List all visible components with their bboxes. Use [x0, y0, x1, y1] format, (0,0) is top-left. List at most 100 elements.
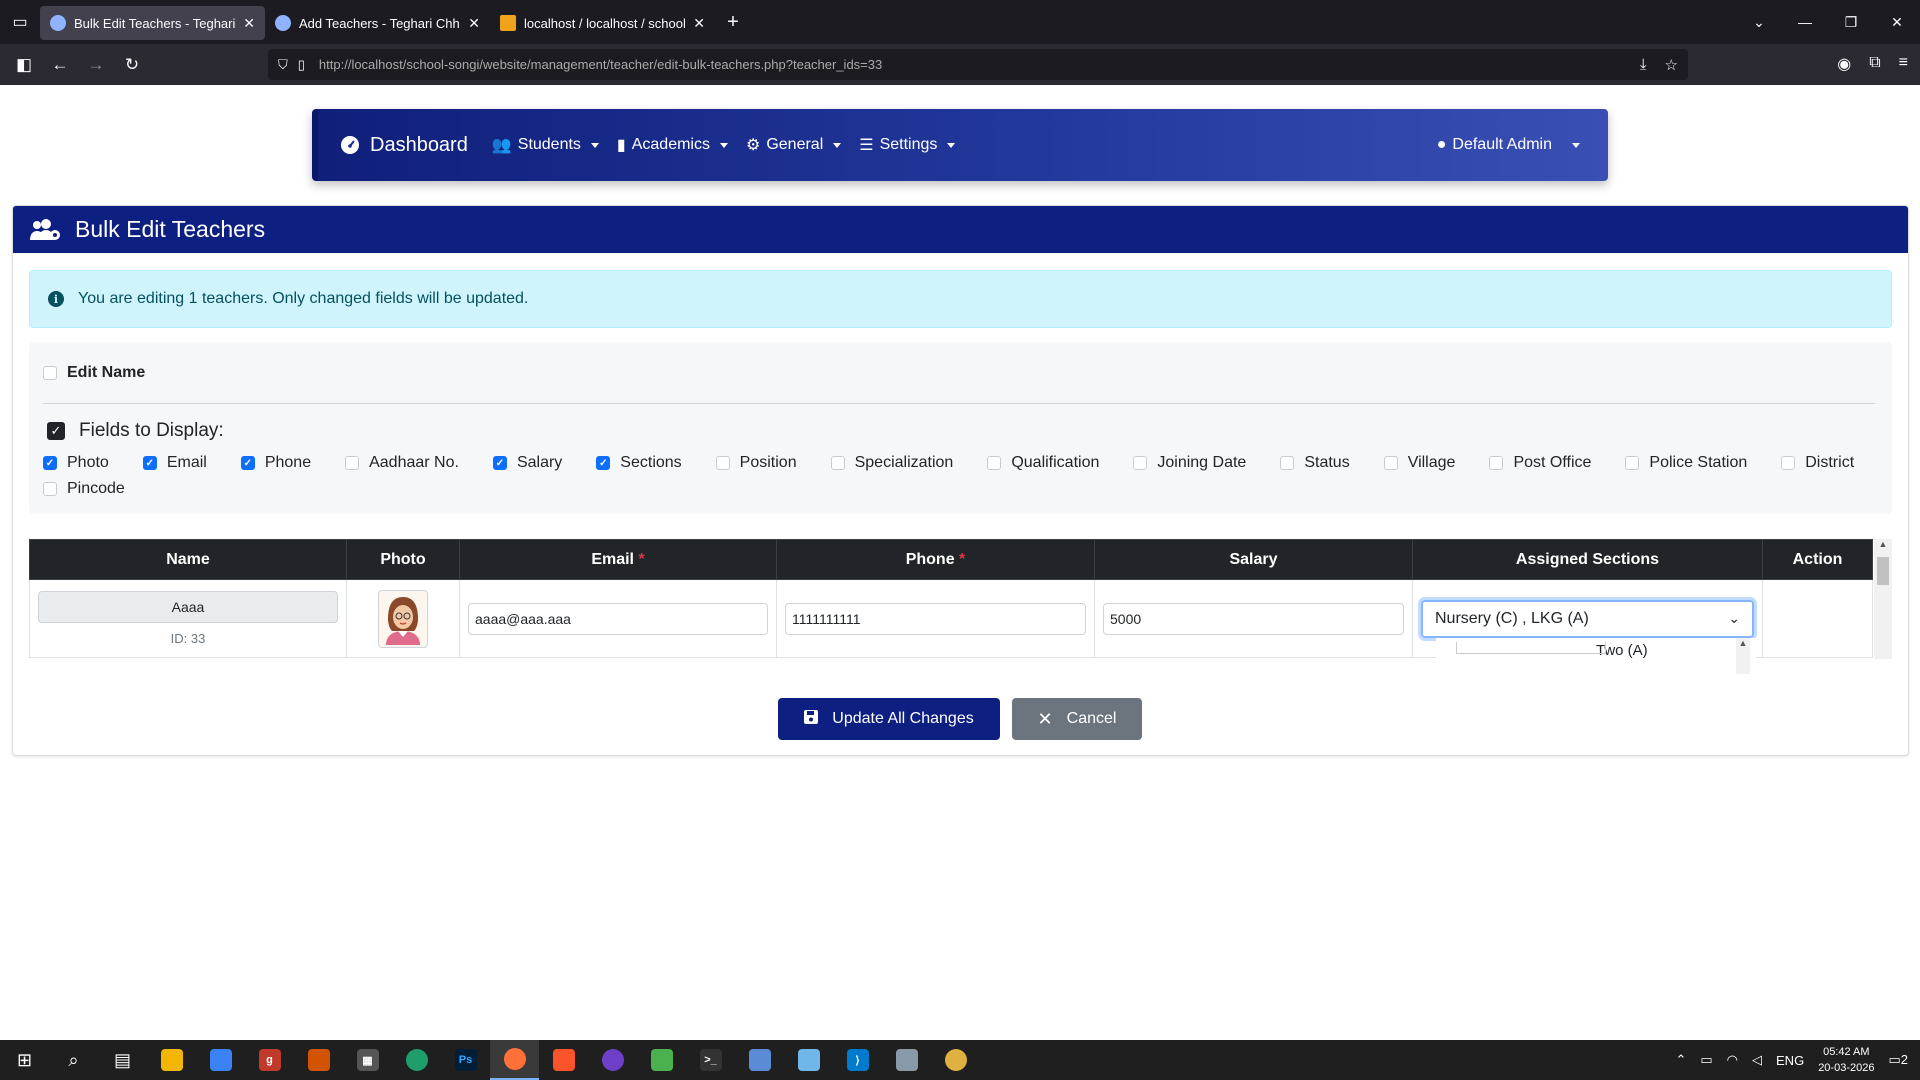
menu-icon[interactable]: ≡ — [1899, 54, 1908, 74]
chevron-up-icon[interactable]: ⌃ — [1675, 1052, 1686, 1068]
nav-brand-dashboard[interactable]: Dashboard — [340, 134, 468, 157]
tab-phpmyadmin[interactable]: localhost / localhost / school_sy ✕ — [490, 6, 715, 40]
close-icon[interactable]: ✕ — [243, 15, 255, 32]
checkbox-box[interactable] — [1383, 456, 1398, 470]
app-paint-icon[interactable] — [931, 1040, 980, 1080]
field-checkbox-photo[interactable]: ✓ Photo — [43, 454, 109, 472]
calculator-icon[interactable]: ▦ — [343, 1040, 392, 1080]
checkbox-box[interactable] — [1280, 456, 1295, 470]
checkbox-box[interactable]: ✓ — [142, 456, 157, 470]
wifi-icon[interactable]: ◠ — [1727, 1052, 1738, 1068]
email-input[interactable]: aaaa@aaa.aaa — [468, 602, 768, 635]
salary-input[interactable]: 5000 — [1103, 602, 1404, 635]
checkbox-box[interactable] — [43, 482, 57, 496]
checkbox-box[interactable] — [715, 456, 730, 470]
vscode-icon[interactable]: ⟩ — [833, 1040, 882, 1080]
scrollbar-thumb[interactable] — [1877, 557, 1889, 585]
field-checkbox-aadhaar-no[interactable]: Aadhaar No. — [345, 454, 459, 472]
field-checkbox-salary[interactable]: ✓ Salary — [492, 454, 562, 472]
cancel-button[interactable]: ✕ Cancel — [1012, 698, 1142, 740]
field-checkbox-status[interactable]: Status — [1280, 454, 1350, 472]
reload-button[interactable]: ↻ — [114, 55, 150, 75]
scroll-up-icon[interactable]: ▲ — [1874, 539, 1892, 555]
github-icon[interactable] — [588, 1040, 637, 1080]
field-checkbox-specialization[interactable]: Specialization — [830, 454, 953, 472]
close-icon[interactable]: ✕ — [693, 15, 705, 32]
notification-icon[interactable]: ▭2 — [1888, 1052, 1908, 1068]
tab-list-icon[interactable]: ▭ — [0, 0, 40, 44]
tab-bulk-edit[interactable]: Bulk Edit Teachers - Teghari Chh ✕ — [40, 6, 265, 40]
checkbox-box[interactable] — [43, 366, 57, 380]
update-all-changes-button[interactable]: Update All Changes — [778, 698, 1000, 740]
edge-icon[interactable] — [392, 1040, 441, 1080]
checkbox-box[interactable]: ✓ — [596, 456, 611, 470]
tab-overflow-icon[interactable]: ⌄ — [1736, 14, 1782, 31]
close-icon[interactable]: ✕ — [468, 15, 480, 32]
checkbox-box[interactable] — [1133, 456, 1148, 470]
dropdown-scrollbar[interactable]: ▲ — [1736, 638, 1750, 674]
language-indicator[interactable]: ENG — [1776, 1053, 1804, 1068]
url-text[interactable]: http://localhost/school-songi/website/ma… — [319, 57, 882, 72]
notepad-icon[interactable] — [637, 1040, 686, 1080]
checkbox-box[interactable] — [830, 456, 845, 470]
field-checkbox-qualification[interactable]: Qualification — [987, 454, 1099, 472]
terminal-icon[interactable]: >_ — [686, 1040, 735, 1080]
checkbox-box[interactable] — [987, 456, 1002, 470]
table-scrollbar[interactable]: ▲ — [1874, 539, 1892, 659]
fields-to-display-toggle[interactable]: ✓ Fields to Display: — [47, 420, 224, 442]
search-icon[interactable]: ⌕ — [49, 1040, 98, 1080]
dropdown-search-box[interactable] — [1456, 642, 1606, 654]
nav-students[interactable]: 👥 Students — [492, 135, 599, 155]
app-g-icon[interactable]: g — [245, 1040, 294, 1080]
sidebar-icon[interactable]: ◧ — [6, 55, 42, 75]
phone-input[interactable]: 1111111111 — [785, 602, 1086, 635]
checkbox-box[interactable]: ✓ — [492, 456, 507, 470]
tab-add-teachers[interactable]: Add Teachers - Teghari Chhaya ✕ — [265, 6, 490, 40]
windows-start-icon[interactable]: ⊞ — [0, 1040, 49, 1080]
account-icon[interactable]: ◉ — [1837, 54, 1851, 74]
field-checkbox-police-station[interactable]: Police Station — [1625, 454, 1747, 472]
remote-desktop-icon[interactable] — [735, 1040, 784, 1080]
edit-name-checkbox[interactable]: Edit Name — [43, 364, 145, 382]
nav-settings[interactable]: ☰ Settings — [859, 135, 956, 155]
field-checkbox-district[interactable]: District — [1781, 454, 1854, 472]
shield-icon[interactable]: ⛉ — [278, 57, 288, 73]
field-checkbox-joining-date[interactable]: Joining Date — [1133, 454, 1246, 472]
checkbox-box[interactable]: ✓ — [240, 456, 255, 470]
forward-button[interactable]: → — [78, 55, 114, 75]
clock[interactable]: 05:42 AM 20-03-2026 — [1818, 1044, 1874, 1076]
minimize-button[interactable]: — — [1782, 14, 1828, 31]
bookmark-star-icon[interactable]: ☆ — [1665, 56, 1678, 74]
nav-user-menu[interactable]: ● Default Admin — [1437, 136, 1580, 154]
task-view-icon[interactable]: ▤ — [98, 1040, 147, 1080]
checkbox-box[interactable] — [1625, 456, 1640, 470]
new-tab-button[interactable]: + — [715, 11, 751, 34]
restore-button[interactable]: ❐ — [1828, 14, 1874, 31]
field-checkbox-sections[interactable]: ✓ Sections — [596, 454, 682, 472]
field-checkbox-position[interactable]: Position — [715, 454, 797, 472]
field-checkbox-village[interactable]: Village — [1383, 454, 1455, 472]
app-blue-icon[interactable] — [784, 1040, 833, 1080]
download-icon[interactable]: ⤓ — [1640, 56, 1647, 74]
checkbox-box[interactable]: ✓ — [47, 422, 65, 440]
field-checkbox-phone[interactable]: ✓ Phone — [240, 454, 311, 472]
photoshop-icon[interactable]: Ps — [441, 1040, 490, 1080]
close-window-button[interactable]: ✕ — [1874, 14, 1920, 31]
address-bar[interactable]: ⛉ ▯ http://localhost/school-songi/websit… — [268, 49, 1688, 80]
brave-icon[interactable] — [539, 1040, 588, 1080]
checkbox-box[interactable] — [345, 456, 360, 470]
app-drive-icon[interactable] — [882, 1040, 931, 1080]
checkbox-box[interactable] — [1781, 456, 1796, 470]
checkbox-box[interactable]: ✓ — [43, 456, 57, 470]
app-photo-icon[interactable] — [294, 1040, 343, 1080]
volume-icon[interactable]: ◁ — [1752, 1052, 1762, 1068]
back-button[interactable]: ← — [42, 55, 78, 75]
nav-general[interactable]: ⚙ General — [746, 135, 842, 155]
firefox-icon[interactable] — [490, 1040, 539, 1080]
nav-academics[interactable]: ▮ Academics — [617, 135, 728, 155]
checkbox-box[interactable] — [1489, 456, 1504, 470]
store-icon[interactable] — [196, 1040, 245, 1080]
battery-icon[interactable]: ▭ — [1700, 1052, 1712, 1068]
extensions-icon[interactable]: ⧉ — [1869, 54, 1880, 74]
file-explorer-icon[interactable] — [147, 1040, 196, 1080]
